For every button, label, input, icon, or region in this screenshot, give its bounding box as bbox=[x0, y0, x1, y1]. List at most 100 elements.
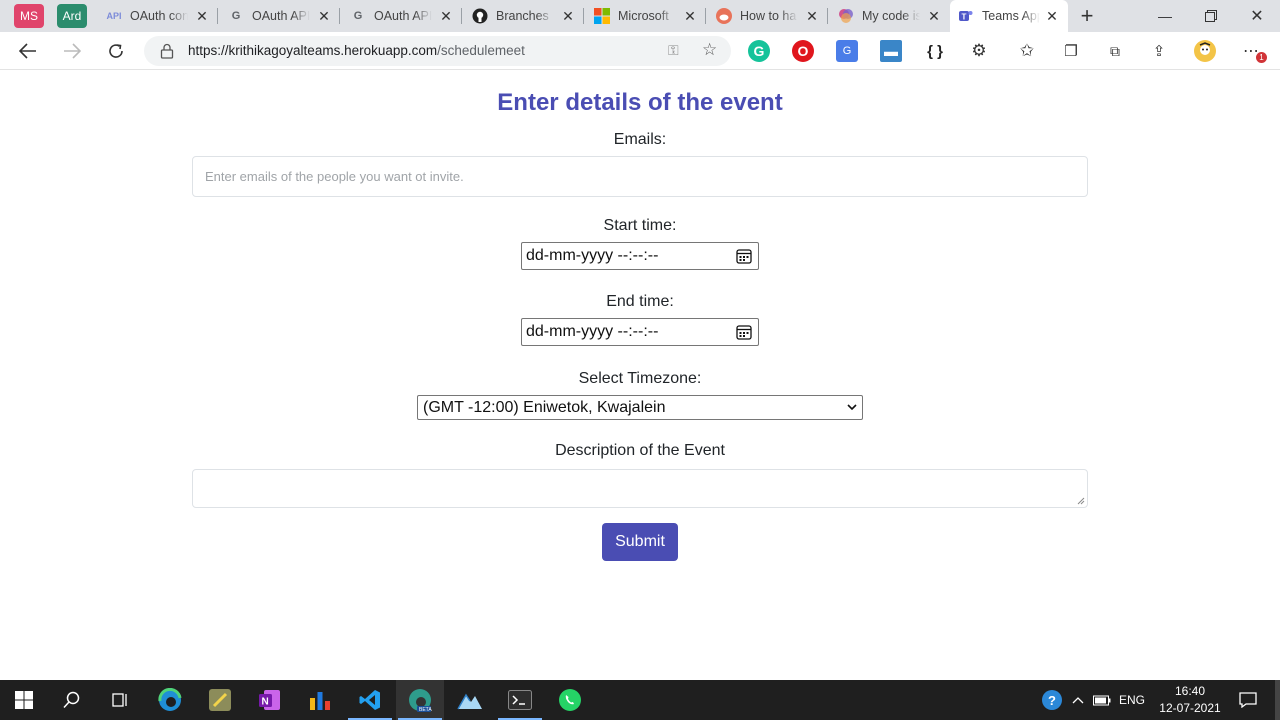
resize-grip-icon[interactable] bbox=[1077, 497, 1085, 505]
tab-strip: MS Ard API OAuth consent ✕ G OAuth API ✕… bbox=[0, 0, 1280, 32]
help-icon: ? bbox=[1042, 690, 1062, 710]
taskbar-app-mountain[interactable] bbox=[446, 680, 494, 720]
start-time-value: dd-mm-yyyy --:--:-- bbox=[526, 247, 659, 264]
clock-date: 12-07-2021 bbox=[1159, 701, 1221, 715]
google-icon: G bbox=[231, 10, 241, 22]
translate-icon[interactable]: G bbox=[836, 40, 858, 62]
tab-oauth-consent[interactable]: API OAuth consent ✕ bbox=[96, 0, 218, 32]
refresh-button[interactable] bbox=[102, 37, 130, 65]
taskbar-charts-app[interactable] bbox=[296, 680, 344, 720]
tab-teams-app[interactable]: T Teams App ✕ bbox=[950, 0, 1068, 32]
tool-icon bbox=[209, 689, 231, 711]
workspace-ard-button[interactable]: Ard bbox=[57, 4, 87, 28]
favorites-icon[interactable]: ✩ bbox=[1016, 40, 1038, 62]
extensions-puzzle-icon[interactable]: ⚙ bbox=[968, 40, 990, 62]
description-textarea[interactable] bbox=[192, 469, 1088, 508]
restore-icon bbox=[1205, 10, 1217, 22]
taskbar-onenote[interactable]: N bbox=[246, 680, 294, 720]
tab-branches[interactable]: Branches ✕ bbox=[462, 0, 584, 32]
description-label: Description of the Event bbox=[555, 442, 725, 459]
svg-text:?: ? bbox=[1048, 693, 1056, 708]
taskbar-edge[interactable] bbox=[146, 680, 194, 720]
tab-title: My code is bbox=[862, 9, 920, 23]
taskbar-app-yellow[interactable] bbox=[196, 680, 244, 720]
submit-button[interactable]: Submit bbox=[602, 523, 678, 561]
timezone-select[interactable]: (GMT -12:00) Eniwetok, Kwajalein bbox=[417, 395, 863, 420]
search-button[interactable] bbox=[48, 680, 96, 720]
share-icon[interactable]: ⇪ bbox=[1148, 40, 1170, 62]
language-indicator[interactable]: ENG bbox=[1116, 680, 1148, 720]
grammarly-icon[interactable]: G bbox=[748, 40, 770, 62]
close-tab-icon[interactable]: ✕ bbox=[1044, 8, 1060, 24]
json-braces-icon[interactable]: { } bbox=[924, 40, 946, 62]
taskbar-vscode[interactable] bbox=[346, 680, 394, 720]
restore-button[interactable] bbox=[1188, 0, 1234, 32]
show-desktop-button[interactable] bbox=[1275, 680, 1280, 720]
key-icon[interactable]: ⚿ bbox=[668, 42, 679, 59]
onenote-icon: N bbox=[259, 690, 280, 710]
notification-badge: 1 bbox=[1256, 52, 1267, 63]
math-solver-icon[interactable]: ⧉ bbox=[1104, 40, 1126, 62]
close-tab-icon[interactable]: ✕ bbox=[316, 8, 332, 24]
chevron-up-icon bbox=[1072, 697, 1084, 704]
start-button[interactable] bbox=[0, 680, 48, 720]
tab-title: OAuth API bbox=[252, 9, 310, 23]
mountain-icon bbox=[457, 693, 482, 710]
minimize-button[interactable]: — bbox=[1142, 0, 1188, 32]
close-tab-icon[interactable]: ✕ bbox=[804, 8, 820, 24]
close-tab-icon[interactable]: ✕ bbox=[194, 8, 210, 24]
svg-text:BETA: BETA bbox=[419, 707, 432, 713]
back-arrow-icon bbox=[19, 43, 36, 59]
taskbar-edge-beta[interactable]: BETA bbox=[396, 680, 444, 720]
forward-button[interactable] bbox=[58, 37, 86, 65]
taskbar-terminal[interactable] bbox=[496, 680, 544, 720]
notifications-button[interactable] bbox=[1236, 680, 1260, 720]
profile-avatar[interactable] bbox=[1194, 40, 1216, 62]
tab-oauth-api-2[interactable]: G OAuth API ✕ bbox=[340, 0, 462, 32]
window-extension-icon[interactable]: ▬ bbox=[880, 40, 902, 62]
tab-title: Teams App bbox=[982, 9, 1040, 23]
task-view-icon bbox=[112, 693, 127, 707]
lock-icon[interactable] bbox=[160, 43, 174, 59]
calendar-icon[interactable] bbox=[736, 324, 752, 340]
colorful-icon bbox=[838, 8, 854, 24]
close-tab-icon[interactable]: ✕ bbox=[682, 8, 698, 24]
opera-icon[interactable]: O bbox=[792, 40, 814, 62]
emails-input[interactable] bbox=[192, 156, 1088, 197]
clock[interactable]: 16:40 12-07-2021 bbox=[1150, 683, 1230, 717]
google-icon: G bbox=[353, 10, 363, 22]
bar-chart-icon bbox=[310, 692, 330, 710]
task-view-button[interactable] bbox=[96, 680, 144, 720]
battery-tray-icon[interactable] bbox=[1092, 680, 1112, 720]
back-button[interactable] bbox=[14, 37, 42, 65]
windows-taskbar: N BETA ? ENG 16:40 12-07-2021 bbox=[0, 680, 1280, 720]
end-time-input[interactable]: dd-mm-yyyy --:--:-- bbox=[521, 318, 759, 346]
tab-my-code[interactable]: My code is ✕ bbox=[828, 0, 950, 32]
add-favorite-icon[interactable]: ☆ bbox=[702, 40, 717, 60]
edge-beta-icon: BETA bbox=[409, 689, 432, 713]
reddit-icon bbox=[716, 8, 732, 24]
taskbar-whatsapp[interactable] bbox=[546, 680, 594, 720]
vscode-icon bbox=[359, 690, 380, 710]
teams-icon: T bbox=[958, 8, 974, 24]
help-tray-icon[interactable]: ? bbox=[1040, 680, 1064, 720]
microsoft-icon bbox=[594, 8, 610, 24]
workspace-ms-button[interactable]: MS bbox=[14, 4, 44, 28]
windows-logo-icon bbox=[15, 691, 33, 709]
tab-microsoft[interactable]: Microsoft ✕ bbox=[584, 0, 706, 32]
close-tab-icon[interactable]: ✕ bbox=[926, 8, 942, 24]
tab-how-to[interactable]: How to ha ✕ bbox=[706, 0, 828, 32]
address-bar[interactable]: https://krithikagoyalteams.herokuapp.com… bbox=[144, 36, 731, 66]
whatsapp-icon bbox=[559, 689, 581, 711]
show-hidden-icons-button[interactable] bbox=[1070, 680, 1086, 720]
close-window-button[interactable]: ✕ bbox=[1234, 0, 1280, 32]
calendar-icon[interactable] bbox=[736, 248, 752, 264]
url-text[interactable]: https://krithikagoyalteams.herokuapp.com… bbox=[188, 43, 525, 58]
collections-icon[interactable]: ❐ bbox=[1060, 40, 1082, 62]
close-tab-icon[interactable]: ✕ bbox=[560, 8, 576, 24]
tab-oauth-api-1[interactable]: G OAuth API ✕ bbox=[218, 0, 340, 32]
new-tab-button[interactable]: + bbox=[1076, 5, 1098, 27]
tab-title: OAuth consent bbox=[130, 9, 188, 23]
close-tab-icon[interactable]: ✕ bbox=[438, 8, 454, 24]
start-time-input[interactable]: dd-mm-yyyy --:--:-- bbox=[521, 242, 759, 270]
